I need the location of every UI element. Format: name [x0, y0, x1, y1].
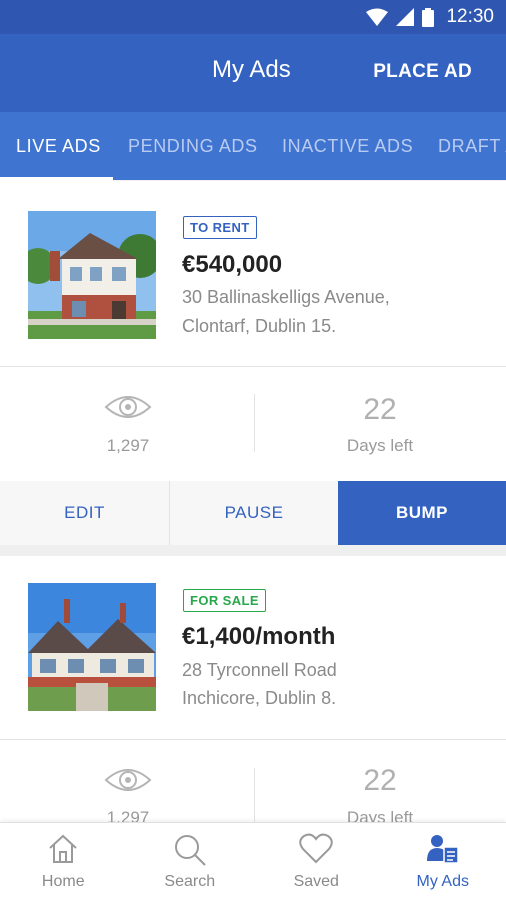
tab-pending-ads[interactable]: PENDING ADS — [128, 112, 258, 180]
nav-search[interactable]: Search — [127, 823, 254, 900]
divider — [0, 366, 506, 367]
ad-card[interactable]: FOR SALE €1,400/month 28 Tyrconnell Road… — [0, 556, 506, 827]
ad-actions: EDIT PAUSE BUMP — [0, 481, 506, 545]
pause-button[interactable]: PAUSE — [170, 481, 338, 545]
ad-address-line2: Clontarf, Dublin 15. — [182, 316, 337, 336]
wifi-icon — [366, 8, 389, 26]
nav-label: Search — [164, 873, 216, 890]
ad-type-badge: FOR SALE — [183, 589, 266, 612]
page-title: My Ads — [212, 56, 291, 83]
nav-label: Home — [41, 873, 85, 890]
days-left-label: Days left — [346, 436, 414, 455]
days-left-count: 22 — [363, 764, 397, 797]
ad-price: €1,400/month — [182, 623, 336, 650]
ad-price: €540,000 — [182, 251, 283, 278]
nav-label: Saved — [293, 873, 339, 890]
my-ads-icon — [426, 835, 459, 864]
view-count: 1,297 — [106, 436, 150, 455]
days-left-count: 22 — [363, 393, 397, 426]
edit-button[interactable]: EDIT — [0, 481, 170, 545]
divider — [254, 394, 255, 452]
nav-saved[interactable]: Saved — [253, 823, 380, 900]
tab-draft-ads[interactable]: DRAFT ADS — [438, 112, 506, 180]
ad-address-line2: Inchicore, Dublin 8. — [182, 688, 337, 708]
eye-icon — [104, 396, 152, 418]
divider — [254, 768, 255, 826]
bump-button[interactable]: BUMP — [338, 481, 506, 545]
home-icon — [49, 834, 77, 863]
heart-icon — [299, 833, 333, 864]
battery-icon — [422, 7, 435, 27]
app-bar: My Ads PLACE AD — [0, 34, 506, 112]
property-photo[interactable] — [28, 583, 156, 711]
cellular-signal-icon — [396, 8, 415, 26]
tab-inactive-ads[interactable]: INACTIVE ADS — [282, 112, 413, 180]
eye-icon — [104, 769, 152, 791]
ad-type-badge: TO RENT — [183, 216, 257, 239]
nav-home[interactable]: Home — [0, 823, 127, 900]
status-bar: 12:30 — [0, 0, 506, 34]
ad-address-line1: 28 Tyrconnell Road — [182, 660, 337, 680]
tab-live-ads[interactable]: LIVE ADS — [16, 112, 101, 180]
ad-card[interactable]: TO RENT €540,000 30 Ballinaskelligs Aven… — [0, 181, 506, 545]
ads-tab-bar: LIVE ADS PENDING ADS INACTIVE ADS DRAFT … — [0, 112, 506, 180]
nav-my-ads[interactable]: My Ads — [380, 823, 506, 900]
bottom-navigation: Home Search Saved My Ads — [0, 822, 506, 900]
ad-address-line1: 30 Ballinaskelligs Avenue, — [182, 287, 390, 307]
search-icon — [174, 835, 206, 866]
status-time: 12:30 — [446, 6, 494, 27]
nav-label: My Ads — [416, 873, 469, 890]
divider — [0, 739, 506, 740]
place-ad-button[interactable]: PLACE AD — [373, 61, 472, 83]
property-photo[interactable] — [28, 211, 156, 339]
